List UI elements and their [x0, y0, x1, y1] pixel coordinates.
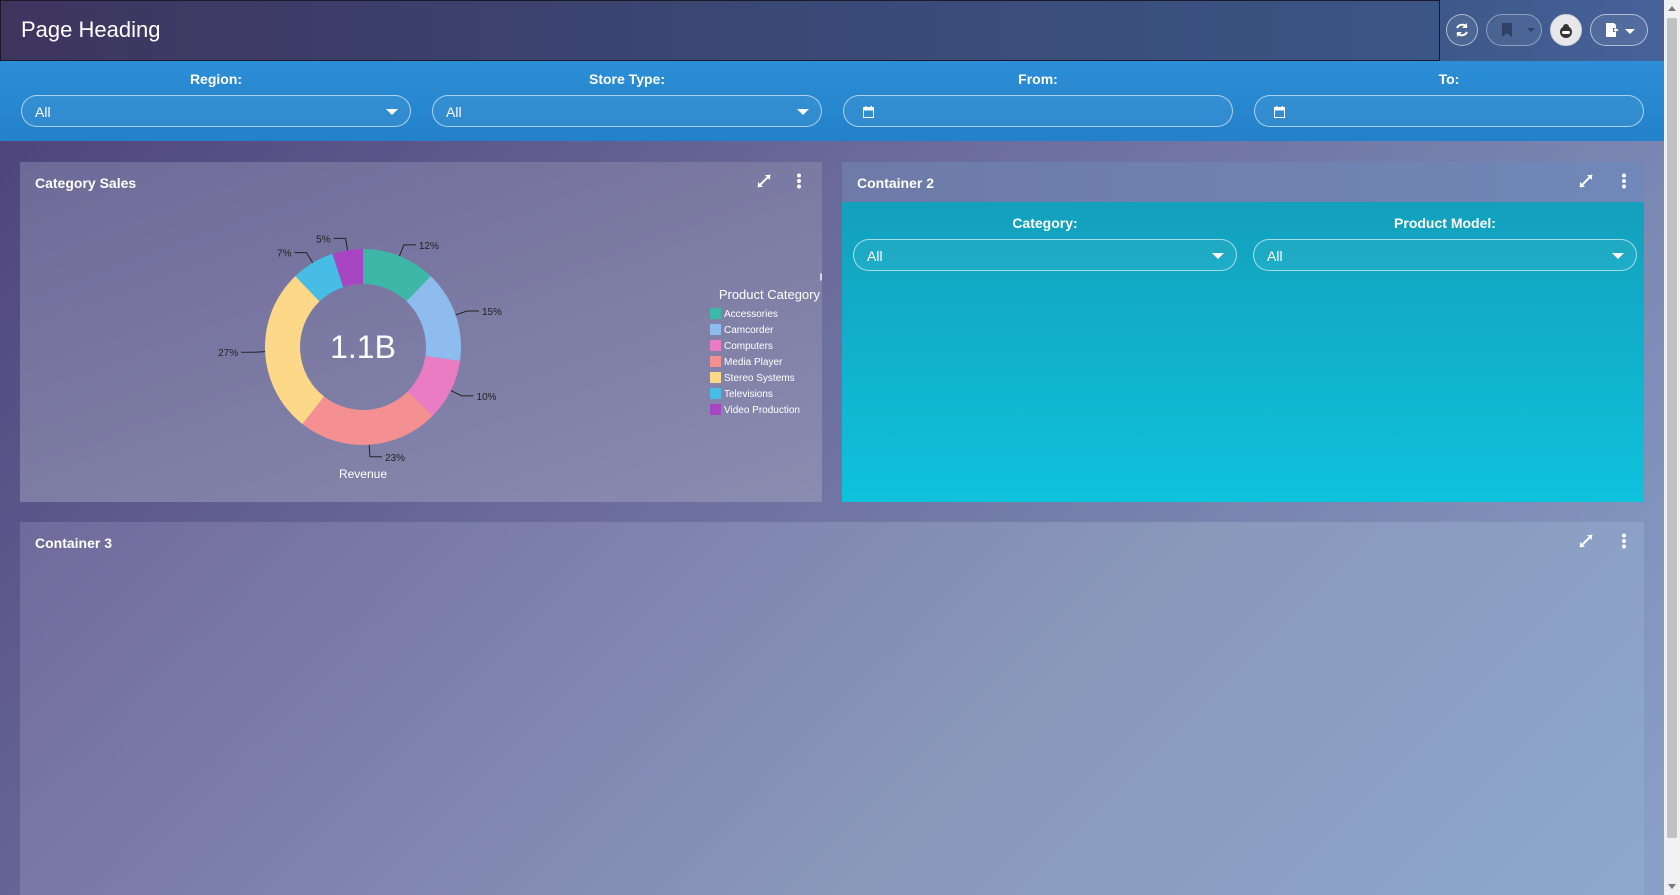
leader-line: [241, 351, 266, 353]
from-date-input[interactable]: [843, 95, 1233, 127]
center-total-label: 1.1B: [330, 329, 396, 365]
legend-swatch: [710, 340, 721, 351]
bookmark-button[interactable]: [1486, 14, 1542, 46]
leader-line: [450, 390, 474, 397]
product-model-select[interactable]: All: [1253, 239, 1637, 271]
legend-item-label[interactable]: Video Production: [724, 405, 800, 416]
chevron-down-icon: [797, 109, 809, 115]
data-label: 27%: [218, 348, 238, 359]
from-label: From:: [1018, 71, 1058, 87]
user-icon: [1557, 21, 1575, 39]
chevron-down-icon: [1625, 29, 1635, 34]
category-filter: Category: All: [853, 215, 1237, 271]
store-type-label: Store Type:: [589, 71, 665, 87]
leader-line: [333, 237, 349, 251]
data-label: 15%: [482, 307, 502, 318]
to-filter: To:: [1254, 71, 1644, 127]
panel-header: Container 3: [20, 522, 1644, 562]
category-label: Category:: [1012, 215, 1078, 231]
header-toolbar: [1440, 0, 1664, 61]
container-2-panel: Container 2 Category: All Product Model:…: [842, 162, 1644, 502]
leader-line: [398, 244, 416, 257]
region-filter: Region: All: [21, 71, 411, 127]
refresh-button[interactable]: [1446, 14, 1478, 46]
legend-item-label[interactable]: Media Player: [724, 357, 783, 368]
export-icon: [1606, 23, 1622, 37]
page-header: Page Heading: [0, 0, 1440, 61]
legend-play-icon[interactable]: [820, 273, 822, 281]
legend-title: Product Category: [719, 287, 821, 302]
more-vertical-icon[interactable]: [1621, 173, 1627, 194]
legend-swatch: [710, 324, 721, 335]
store-type-select[interactable]: All: [432, 95, 822, 127]
category-sales-chart: 12% 15% 10% 23% 27% 7% 5% 1.1B Revenue Product Ca…: [218, 234, 822, 481]
panel-title: Container 3: [35, 535, 113, 551]
x-axis-label: Revenue: [339, 467, 387, 481]
data-label: 5%: [316, 234, 331, 245]
scroll-up-icon[interactable]: [1668, 6, 1676, 11]
legend-swatch: [710, 356, 721, 367]
more-vertical-icon[interactable]: [1621, 533, 1627, 554]
legend-swatch: [710, 308, 721, 319]
page-title: Page Heading: [21, 17, 161, 42]
store-type-filter: Store Type: All: [432, 71, 822, 127]
calendar-icon: [863, 105, 874, 121]
product-model-value: All: [1267, 248, 1283, 264]
legend-item-label[interactable]: Computers: [724, 341, 773, 352]
store-type-value: All: [446, 104, 462, 120]
refresh-icon: [1454, 22, 1470, 38]
chevron-down-icon: [386, 109, 398, 115]
category-select[interactable]: All: [853, 239, 1237, 271]
chevron-down-icon: [1212, 253, 1224, 259]
calendar-icon: [1274, 105, 1285, 121]
legend-swatch: [710, 372, 721, 383]
to-date-input[interactable]: [1254, 95, 1644, 127]
legend-swatch: [710, 388, 721, 399]
from-filter: From:: [843, 71, 1233, 127]
expand-icon[interactable]: [1578, 173, 1594, 194]
user-avatar-button[interactable]: [1550, 14, 1582, 46]
scrollbar-thumb[interactable]: [1667, 18, 1677, 838]
panel-title: Container 2: [857, 175, 935, 191]
product-model-label: Product Model:: [1394, 215, 1496, 231]
legend-item-label[interactable]: Accessories: [724, 309, 778, 320]
data-label: 7%: [277, 249, 292, 260]
legend-item-label[interactable]: Stereo Systems: [724, 373, 795, 384]
data-label: 10%: [477, 392, 497, 403]
product-model-filter: Product Model: All: [1253, 215, 1637, 271]
page-scrollbar[interactable]: [1664, 0, 1680, 895]
scroll-down-icon[interactable]: [1668, 884, 1676, 889]
data-label: 23%: [385, 453, 405, 464]
expand-icon[interactable]: [1578, 533, 1594, 554]
pie-slice-stereo-systems[interactable]: [265, 276, 325, 425]
legend-item-label[interactable]: Televisions: [724, 389, 773, 400]
category-value: All: [867, 248, 883, 264]
leader-line: [294, 252, 314, 264]
to-label: To:: [1438, 71, 1460, 87]
region-select[interactable]: All: [21, 95, 411, 127]
region-value: All: [35, 104, 51, 120]
chevron-down-icon: [1612, 253, 1624, 259]
leader-line: [368, 444, 382, 458]
legend-swatch: [710, 404, 721, 415]
pie-slice-media-player[interactable]: [302, 391, 433, 445]
container-3-panel: Container 3: [20, 522, 1644, 895]
data-label: 12%: [419, 241, 439, 252]
panel-header: Container 2: [842, 162, 1644, 202]
filter-bar: Region: All Store Type: All From: To:: [0, 61, 1664, 141]
bookmark-icon: [1501, 23, 1513, 37]
category-sales-panel: Category Sales 12% 15% 10% 23% 27% 7% 5% 1.1B Re…: [20, 162, 822, 502]
export-button[interactable]: [1590, 14, 1648, 46]
leader-line: [455, 310, 479, 316]
chevron-down-icon: [1527, 28, 1535, 32]
region-label: Region:: [189, 71, 243, 87]
legend-item-label[interactable]: Camcorder: [724, 325, 774, 336]
